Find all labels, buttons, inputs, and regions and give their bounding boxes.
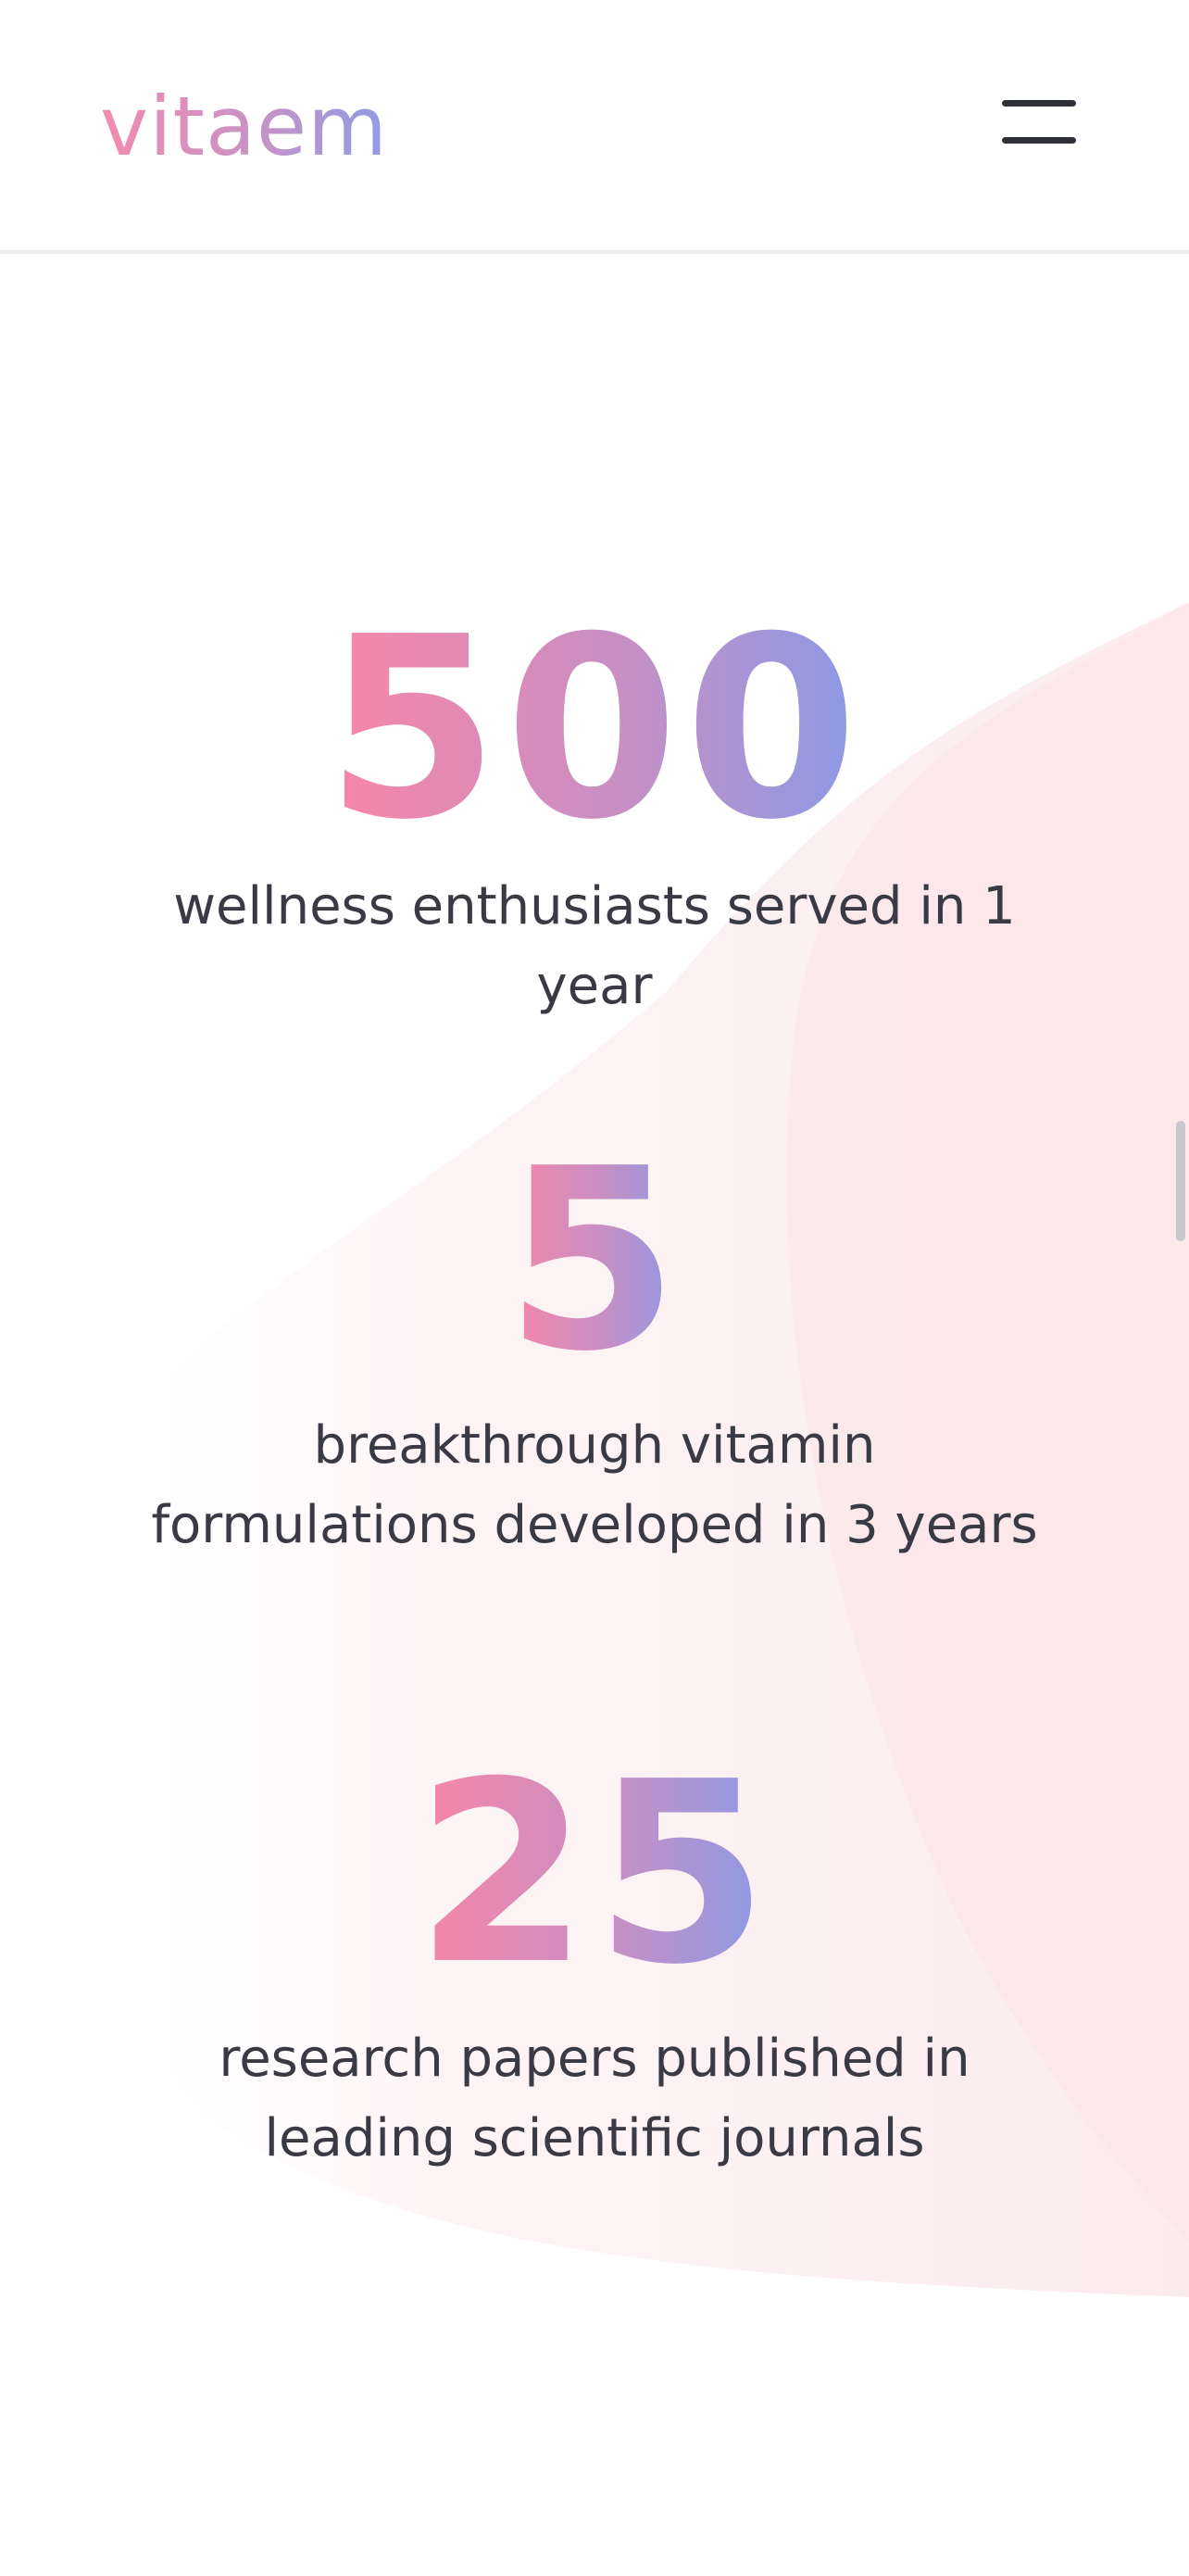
stat-item: 25 research papers published in leading …	[0, 1749, 1189, 2179]
stat-label: breakthrough vitamin formulations develo…	[151, 1415, 1038, 1555]
stat-number: 5	[505, 1114, 684, 1406]
scrollbar-thumb[interactable]	[1176, 1121, 1185, 1241]
page: vitaem 500 wellness enthusiasts served i…	[0, 0, 1189, 2576]
site-header: vitaem	[0, 0, 1189, 254]
brand-logo[interactable]: vitaem	[100, 76, 388, 178]
stat-number: 25	[415, 1728, 774, 2019]
hamburger-menu-icon[interactable]	[996, 93, 1082, 152]
menu-line-top	[1002, 100, 1076, 107]
stat-number: 500	[325, 583, 864, 874]
stat-item: 5 breakthrough vitamin formulations deve…	[0, 1136, 1189, 1565]
stat-label: wellness enthusiasts served in 1 year	[173, 876, 1016, 1016]
stat-item: 500 wellness enthusiasts served in 1 yea…	[0, 604, 1189, 1026]
stat-label: research papers published in leading sci…	[219, 2029, 970, 2168]
menu-line-bottom	[1002, 137, 1076, 144]
